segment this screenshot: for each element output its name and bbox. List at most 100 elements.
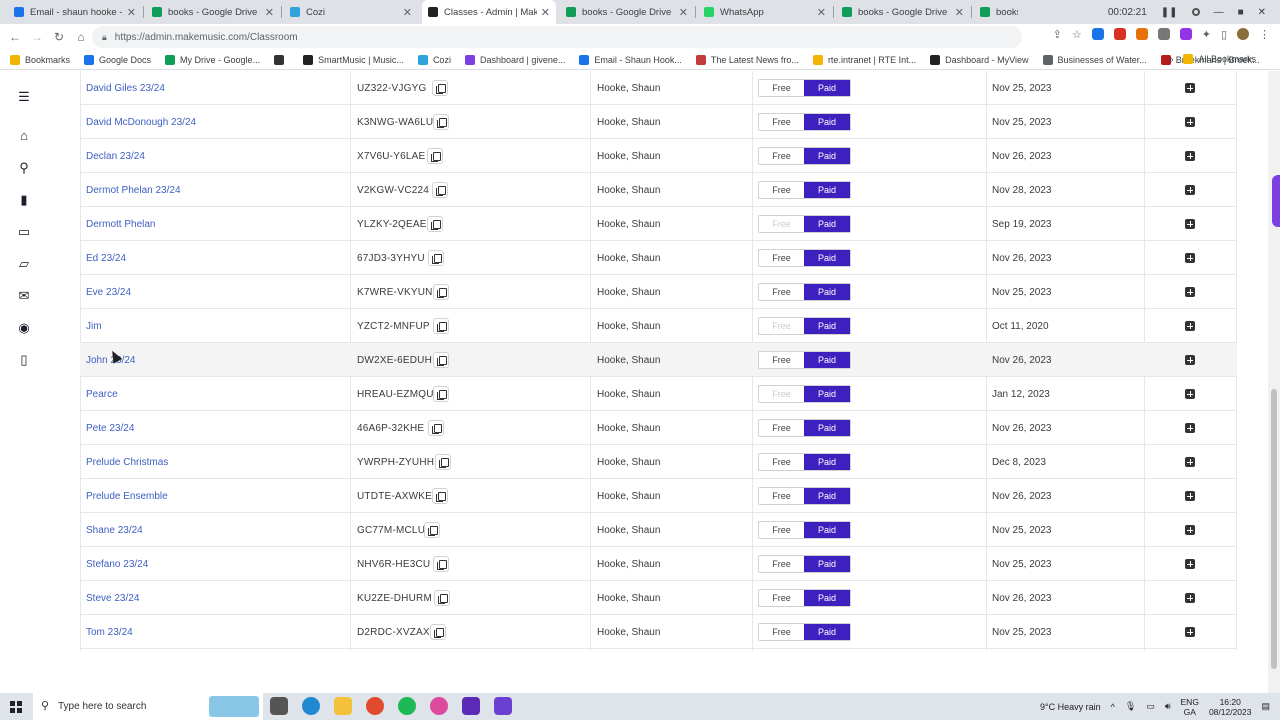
chrome-icon[interactable] <box>366 697 384 715</box>
grades-icon[interactable]: ✉ <box>17 289 31 303</box>
copy-icon[interactable] <box>432 488 448 504</box>
extension-icon[interactable] <box>1179 28 1192 40</box>
class-name-link[interactable]: David McDonough 23/24 <box>86 105 196 139</box>
class-name-link[interactable]: Steve 23/24 <box>86 581 139 615</box>
language-indicator[interactable]: ENG GA <box>1181 697 1199 717</box>
bookmark-item[interactable]: The Latest News fro... <box>695 54 799 65</box>
view-icon[interactable]: ◉ <box>17 321 31 335</box>
add-icon[interactable] <box>1185 355 1195 365</box>
paid-option[interactable]: Paid <box>804 624 850 640</box>
paid-option[interactable]: Paid <box>804 454 850 470</box>
bookmark-item[interactable]: Bookmarks <box>10 54 70 65</box>
free-option[interactable]: Free <box>759 386 804 402</box>
hamburger-menu-icon[interactable]: ☰ <box>17 90 31 104</box>
add-icon[interactable] <box>1185 593 1195 603</box>
class-name-link[interactable]: Pearce <box>86 377 118 411</box>
chevron-up-icon[interactable]: ^ <box>1111 702 1115 712</box>
copy-icon[interactable] <box>433 352 449 368</box>
add-icon[interactable] <box>1185 423 1195 433</box>
close-tab-icon[interactable]: ✕ <box>403 6 412 19</box>
close-tab-icon[interactable]: ✕ <box>817 6 826 19</box>
free-option[interactable]: Free <box>759 114 804 130</box>
copy-icon[interactable] <box>433 386 449 402</box>
close-window-button[interactable]: ✕ <box>1258 7 1266 18</box>
close-tab-icon[interactable]: ✕ <box>679 6 688 19</box>
add-icon[interactable] <box>1185 491 1195 501</box>
weather-text[interactable]: 9°C Heavy rain <box>1040 702 1101 712</box>
class-name-link[interactable]: Jim <box>86 309 102 343</box>
plan-toggle[interactable]: Free Paid <box>758 215 851 233</box>
class-name-link[interactable]: Stefano 23/24 <box>86 547 148 581</box>
class-name-link[interactable]: Eve 23/24 <box>86 275 131 309</box>
paid-option[interactable]: Paid <box>804 318 850 334</box>
copy-icon[interactable] <box>430 624 446 640</box>
home-icon[interactable]: ⌂ <box>17 129 31 143</box>
app-icon[interactable] <box>430 697 448 715</box>
bookmark-item[interactable]: Google Docs <box>84 54 151 65</box>
paid-option[interactable]: Paid <box>804 80 850 96</box>
scrollbar-thumb[interactable] <box>1271 389 1277 669</box>
browser-tab[interactable]: Classes - Admin | MakeM ✕ <box>422 0 556 24</box>
add-icon[interactable] <box>1185 151 1195 161</box>
plan-toggle[interactable]: Free Paid <box>758 555 851 573</box>
class-name-link[interactable]: Declan 23/24 <box>86 139 145 173</box>
add-icon[interactable] <box>1185 287 1195 297</box>
paid-option[interactable]: Paid <box>804 556 850 572</box>
copy-icon[interactable] <box>434 590 450 606</box>
plan-toggle[interactable]: Free Paid <box>758 453 851 471</box>
add-icon[interactable] <box>1185 185 1195 195</box>
maximize-button[interactable]: ■ <box>1238 7 1244 18</box>
puzzle-icon[interactable]: ✦ <box>1202 28 1211 41</box>
add-icon[interactable] <box>1185 321 1195 331</box>
edge-icon[interactable] <box>302 697 320 715</box>
minimize-button[interactable]: — <box>1214 7 1224 18</box>
add-icon[interactable] <box>1185 457 1195 467</box>
windows-start-icon[interactable] <box>10 700 22 713</box>
free-option[interactable]: Free <box>759 522 804 538</box>
plan-toggle[interactable]: Free Paid <box>758 521 851 539</box>
recording-pause-icon[interactable]: ❚❚ <box>1161 7 1178 18</box>
copy-icon[interactable] <box>427 216 443 232</box>
browser-tab[interactable]: WhatsApp ✕ <box>698 0 832 24</box>
copy-icon[interactable] <box>433 114 449 130</box>
plan-toggle[interactable]: Free Paid <box>758 147 851 165</box>
home-icon[interactable]: ⌂ <box>70 30 92 44</box>
add-icon[interactable] <box>1185 83 1195 93</box>
plan-toggle[interactable]: Free Paid <box>758 623 851 641</box>
paid-option[interactable]: Paid <box>804 420 850 436</box>
free-option[interactable]: Free <box>759 182 804 198</box>
class-name-link[interactable]: Ed 23/24 <box>86 241 126 275</box>
copy-icon[interactable] <box>433 318 449 334</box>
paid-option[interactable]: Paid <box>804 216 850 232</box>
search-icon[interactable]: ⚲ <box>17 161 31 175</box>
copy-icon[interactable] <box>435 454 451 470</box>
free-option[interactable]: Free <box>759 420 804 436</box>
copy-icon[interactable] <box>433 284 449 300</box>
add-icon[interactable] <box>1185 117 1195 127</box>
forward-icon[interactable]: → <box>26 30 48 44</box>
reload-icon[interactable]: ↻ <box>48 30 70 44</box>
sidepanel-icon[interactable]: ▯ <box>1221 28 1227 41</box>
extension-icon[interactable] <box>1157 28 1170 40</box>
microphone-icon[interactable]: 🎙︎ <box>1125 701 1136 712</box>
paid-option[interactable]: Paid <box>804 386 850 402</box>
free-option[interactable]: Free <box>759 556 804 572</box>
browser-tab[interactable]: books <box>974 0 1024 24</box>
plan-toggle[interactable]: Free Paid <box>758 181 851 199</box>
copy-icon[interactable] <box>424 522 440 538</box>
clock[interactable]: 16:20 08/12/2023 <box>1209 697 1252 717</box>
add-icon[interactable] <box>1185 219 1195 229</box>
copy-icon[interactable] <box>428 420 444 436</box>
assignments-icon[interactable]: ▭ <box>17 225 31 239</box>
extension-icon[interactable] <box>1135 28 1148 40</box>
free-option[interactable]: Free <box>759 352 804 368</box>
bookmark-item[interactable]: Dashboard - MyView <box>930 54 1029 65</box>
app-icon[interactable] <box>494 697 512 715</box>
plan-toggle[interactable]: Free Paid <box>758 385 851 403</box>
class-name-link[interactable]: Tom 23/24 <box>86 615 133 649</box>
free-option[interactable]: Free <box>759 624 804 640</box>
class-name-link[interactable]: David Giles 23/24 <box>86 71 165 105</box>
plan-toggle[interactable]: Free Paid <box>758 419 851 437</box>
class-name-link[interactable]: Prelude Christmas <box>86 445 168 479</box>
paid-option[interactable]: Paid <box>804 590 850 606</box>
